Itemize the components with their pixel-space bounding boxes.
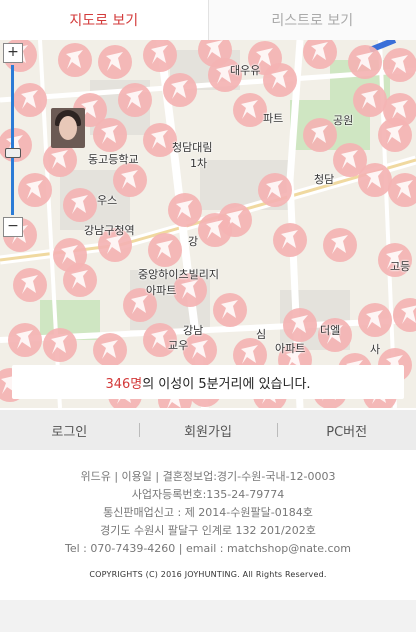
user-marker[interactable] bbox=[93, 333, 127, 367]
zoom-control: + − bbox=[3, 43, 23, 239]
footer-contact: Tel : 070-7439-4260 | email : matchshop@… bbox=[64, 542, 352, 555]
map-label: 더엘 bbox=[320, 324, 341, 337]
profile-photo-marker[interactable] bbox=[51, 108, 85, 148]
footer-business-number: 사업자등록번호:135-24-79774 bbox=[131, 488, 285, 501]
map-label: 교우 bbox=[168, 339, 189, 352]
map-label: 1차 bbox=[190, 157, 208, 170]
map-label: 공원 bbox=[333, 114, 354, 127]
user-marker[interactable] bbox=[118, 83, 152, 117]
user-marker[interactable] bbox=[43, 143, 77, 177]
user-marker[interactable] bbox=[43, 328, 77, 362]
map-label: 중앙하이츠빌리지 bbox=[138, 268, 219, 281]
bottom-nav: 로그인 회원가입 PC버전 bbox=[0, 410, 416, 450]
user-marker[interactable] bbox=[63, 188, 97, 222]
map-label: 우스 bbox=[97, 194, 118, 207]
user-marker[interactable] bbox=[303, 118, 337, 152]
user-marker[interactable] bbox=[113, 163, 147, 197]
user-marker[interactable] bbox=[168, 193, 202, 227]
user-marker[interactable] bbox=[273, 223, 307, 257]
map-label: 강 bbox=[188, 235, 199, 248]
user-marker[interactable] bbox=[358, 303, 392, 337]
tab-list-view[interactable]: 리스트로 보기 bbox=[208, 0, 416, 40]
map-label: 대우유 bbox=[230, 64, 261, 77]
user-marker[interactable] bbox=[348, 45, 382, 79]
map-label: 청담 bbox=[314, 173, 335, 186]
nearby-count-text: 의 이성이 5분거리에 있습니다. bbox=[142, 376, 311, 392]
user-marker[interactable] bbox=[148, 233, 182, 267]
user-marker[interactable] bbox=[233, 93, 267, 127]
map-label: 파트 bbox=[263, 112, 284, 125]
map-view[interactable]: 동고등학교 청담대림 1차 강남구청역 중앙하이츠빌리지 아파트 강남 교우 우… bbox=[0, 40, 416, 408]
zoom-slider-handle[interactable] bbox=[5, 148, 21, 158]
bottom-spacer bbox=[0, 600, 416, 632]
user-marker[interactable] bbox=[353, 83, 387, 117]
user-marker[interactable] bbox=[98, 45, 132, 79]
map-label: 사 bbox=[370, 343, 381, 356]
user-marker[interactable] bbox=[378, 118, 412, 152]
user-marker[interactable] bbox=[283, 308, 317, 342]
map-label: 강남구청역 bbox=[84, 224, 135, 237]
nearby-count: 346명 bbox=[105, 376, 143, 392]
login-link[interactable]: 로그인 bbox=[0, 421, 139, 440]
user-marker[interactable] bbox=[58, 43, 92, 77]
pc-version-link[interactable]: PC버전 bbox=[277, 421, 416, 440]
user-marker[interactable] bbox=[258, 173, 292, 207]
footer-address: 경기도 수원시 팔달구 인계로 132 201/202호 bbox=[100, 524, 316, 537]
map-label: 심 bbox=[256, 328, 267, 341]
user-marker[interactable] bbox=[213, 293, 247, 327]
avatar-face bbox=[59, 116, 77, 140]
user-marker[interactable] bbox=[13, 268, 47, 302]
user-marker[interactable] bbox=[63, 263, 97, 297]
view-tabs: 지도로 보기 리스트로 보기 bbox=[0, 0, 416, 41]
nearby-count-banner: 346명 의 이성이 5분거리에 있습니다. bbox=[12, 365, 404, 399]
map-canvas bbox=[0, 40, 416, 408]
user-marker[interactable] bbox=[93, 118, 127, 152]
zoom-track[interactable] bbox=[11, 65, 14, 215]
user-marker[interactable] bbox=[358, 163, 392, 197]
user-marker[interactable] bbox=[323, 228, 357, 262]
zoom-in-button[interactable]: + bbox=[3, 43, 23, 63]
user-marker[interactable] bbox=[263, 63, 297, 97]
footer: 위드유 | 이용일 | 결혼정보업:경기-수원-국내-12-0003 사업자등록… bbox=[0, 450, 416, 600]
map-label: 아파트 bbox=[146, 284, 177, 297]
tab-map-view[interactable]: 지도로 보기 bbox=[0, 0, 209, 40]
user-marker[interactable] bbox=[18, 173, 52, 207]
user-marker[interactable] bbox=[383, 48, 416, 82]
footer-company-info: 위드유 | 이용일 | 결혼정보업:경기-수원-국내-12-0003 bbox=[80, 470, 336, 483]
signup-link[interactable]: 회원가입 bbox=[138, 421, 278, 440]
map-label: 동고등학교 bbox=[88, 153, 139, 166]
map-label: 아파트 bbox=[275, 342, 306, 355]
user-marker[interactable] bbox=[163, 73, 197, 107]
map-label: 강남 bbox=[183, 324, 204, 337]
user-marker[interactable] bbox=[8, 323, 42, 357]
footer-copyright: COPYRIGHTS (C) 2016 JOYHUNTING. All Righ… bbox=[89, 570, 327, 579]
map-label: 청담대림 bbox=[172, 141, 213, 154]
zoom-out-button[interactable]: − bbox=[3, 217, 23, 237]
map-label: 고등 bbox=[390, 260, 411, 273]
user-marker[interactable] bbox=[198, 213, 232, 247]
footer-ecommerce-registration: 통신판매업신고 : 제 2014-수원팔달-0184호 bbox=[103, 506, 313, 519]
